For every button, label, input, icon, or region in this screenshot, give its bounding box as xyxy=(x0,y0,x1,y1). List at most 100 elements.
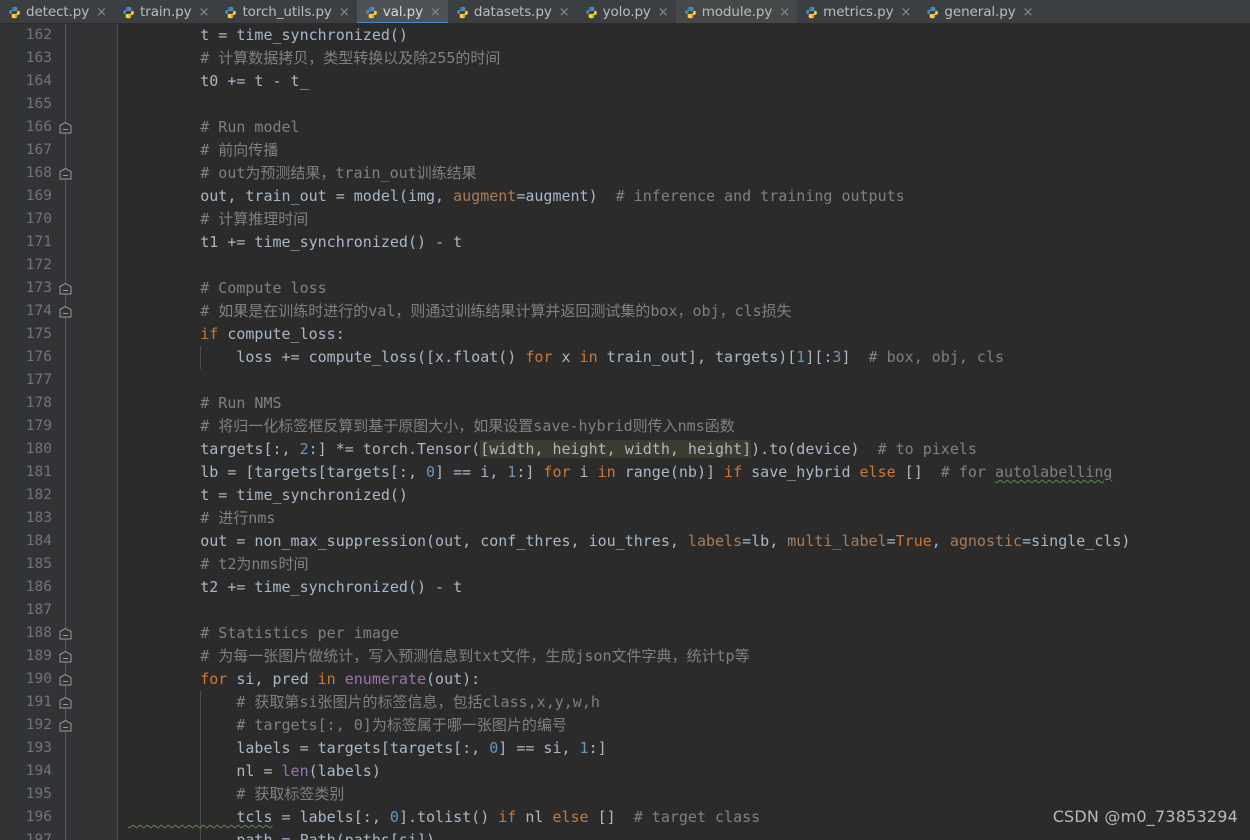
code-fold-minus-icon[interactable] xyxy=(59,651,72,663)
line-number: 171 xyxy=(25,234,52,250)
code-line[interactable]: 180 targets[:, 2:] *= torch.Tensor([widt… xyxy=(0,438,1250,461)
code-fold-minus-icon[interactable] xyxy=(59,674,72,686)
code-token: out = non_max_suppression(out, conf_thre… xyxy=(128,532,688,550)
code-line[interactable]: 192 # targets[:, 0]为标签属于哪一张图片的编号 xyxy=(0,714,1250,737)
code-line[interactable]: 195 # 获取标签类别 xyxy=(0,783,1250,806)
code-line[interactable]: 167 # 前向传播 xyxy=(0,139,1250,162)
code-token: ].tolist() xyxy=(398,808,499,826)
code-line[interactable]: 184 out = non_max_suppression(out, conf_… xyxy=(0,530,1250,553)
code-fold-minus-icon[interactable] xyxy=(59,306,72,318)
code-line[interactable]: 186 t2 += time_synchronized() - t xyxy=(0,576,1250,599)
code-line[interactable]: 176 loss += compute_loss([x.float() for … xyxy=(0,346,1250,369)
editor-tab-label: torch_utils.py xyxy=(242,4,332,20)
code-line[interactable]: 187 xyxy=(0,599,1250,622)
code-line-text: # 获取第si张图片的标签信息，包括class,x,y,w,h xyxy=(128,691,1250,714)
code-line[interactable]: 174 # 如果是在训练时进行的val，则通过训练结果计算并返回测试集的box，… xyxy=(0,300,1250,323)
code-token: =augment) xyxy=(516,187,616,205)
code-line[interactable]: 183 # 进行nms xyxy=(0,507,1250,530)
code-line-text: out = non_max_suppression(out, conf_thre… xyxy=(128,530,1250,553)
code-fold-minus-icon[interactable] xyxy=(59,168,72,180)
code-token: if xyxy=(498,808,526,826)
code-line[interactable]: 188 # Statistics per image xyxy=(0,622,1250,645)
close-icon[interactable]: × xyxy=(658,6,669,19)
code-editor[interactable]: 162 t = time_synchronized() 163 # 计算数据拷贝，… xyxy=(0,24,1250,840)
line-number: 178 xyxy=(25,395,52,411)
code-line[interactable]: 173 # Compute loss xyxy=(0,277,1250,300)
line-number: 168 xyxy=(25,165,52,181)
editor-tab-module-py[interactable]: module.py × xyxy=(675,0,798,23)
code-fold-minus-icon[interactable] xyxy=(59,697,72,709)
close-icon[interactable]: × xyxy=(96,6,107,19)
code-line[interactable]: 194 nl = len(labels) xyxy=(0,760,1250,783)
code-line[interactable]: 162 t = time_synchronized() xyxy=(0,24,1250,47)
code-token: # Run NMS xyxy=(128,394,282,412)
code-line[interactable]: 175 if compute_loss: xyxy=(0,323,1250,346)
code-line[interactable]: 179 # 将归一化标签框反算到基于原图大小，如果设置save-hybrid则传… xyxy=(0,415,1250,438)
code-token: tcls xyxy=(128,808,273,826)
code-line[interactable]: 196 tcls = labels[:, 0].tolist() if nl e… xyxy=(0,806,1250,829)
code-line[interactable]: 169 out, train_out = model(img, augment=… xyxy=(0,185,1250,208)
code-fold-minus-icon[interactable] xyxy=(59,283,72,295)
code-line[interactable]: 185 # t2为nms时间 xyxy=(0,553,1250,576)
code-token: train_out], targets)[ xyxy=(606,348,797,366)
code-token: augment xyxy=(453,187,517,205)
code-line[interactable]: 193 labels = targets[targets[:, 0] == si… xyxy=(0,737,1250,760)
editor-tab-train-py[interactable]: train.py × xyxy=(114,0,216,23)
code-token: range(nb)] xyxy=(624,463,725,481)
code-line[interactable]: 190 for si, pred in enumerate(out): xyxy=(0,668,1250,691)
code-line-text: out, train_out = model(img, augment=augm… xyxy=(128,185,1250,208)
code-token: t0 += t - t_ xyxy=(128,72,309,90)
code-line[interactable]: 197 path = Path(paths[si]) xyxy=(0,829,1250,840)
code-line[interactable]: 189 # 为每一张图片做统计，写入预测信息到txt文件，生成json文件字典，… xyxy=(0,645,1250,668)
code-line[interactable]: 181 lb = [targets[targets[:, 0] == i, 1:… xyxy=(0,461,1250,484)
close-icon[interactable]: × xyxy=(339,6,350,19)
close-icon[interactable]: × xyxy=(199,6,210,19)
code-fold-minus-icon[interactable] xyxy=(59,628,72,640)
close-icon[interactable]: × xyxy=(779,6,790,19)
line-number: 176 xyxy=(25,349,52,365)
code-token: enumerate xyxy=(344,670,427,688)
code-token: for xyxy=(543,463,580,481)
editor-tab-yolo-py[interactable]: yolo.py × xyxy=(577,0,676,23)
code-line[interactable]: 164 t0 += t - t_ xyxy=(0,70,1250,93)
close-icon[interactable]: × xyxy=(430,6,441,19)
line-number: 175 xyxy=(25,326,52,342)
code-fold-minus-icon[interactable] xyxy=(59,122,72,134)
code-token: t2 += time_synchronized() - t xyxy=(128,578,463,596)
code-line[interactable]: 178 # Run NMS xyxy=(0,392,1250,415)
editor-tab-general-py[interactable]: general.py × xyxy=(918,0,1040,23)
code-line[interactable]: 165 xyxy=(0,93,1250,116)
code-token: nl = xyxy=(128,762,282,780)
close-icon[interactable]: × xyxy=(559,6,570,19)
editor-tab-detect-py[interactable]: detect.py × xyxy=(0,0,114,23)
code-line-text: for si, pred in enumerate(out): xyxy=(128,668,1250,691)
editor-tab-metrics-py[interactable]: metrics.py × xyxy=(797,0,918,23)
code-line[interactable]: 163 # 计算数据拷贝，类型转换以及除255的时间 xyxy=(0,47,1250,70)
code-token: len xyxy=(281,762,309,780)
close-icon[interactable]: × xyxy=(1023,6,1034,19)
editor-tab-torch_utils-py[interactable]: torch_utils.py × xyxy=(216,0,356,23)
code-token: ] xyxy=(841,348,869,366)
line-number: 192 xyxy=(25,717,52,733)
code-token: 0 xyxy=(489,739,499,757)
editor-tab-bar[interactable]: detect.py × train.py × torch_utils.py × val.py… xyxy=(0,0,1250,24)
code-line[interactable]: 191 # 获取第si张图片的标签信息，包括class,x,y,w,h xyxy=(0,691,1250,714)
code-lines[interactable]: 162 t = time_synchronized() 163 # 计算数据拷贝，… xyxy=(0,24,1250,840)
code-line[interactable]: 171 t1 += time_synchronized() - t xyxy=(0,231,1250,254)
close-icon[interactable]: × xyxy=(901,6,912,19)
code-line[interactable]: 177 xyxy=(0,369,1250,392)
editor-tab-label: datasets.py xyxy=(473,4,552,20)
code-token: # 如果是在训练时进行的val，则通过训练结果计算并返回测试集的box，obj，… xyxy=(128,302,792,320)
line-number: 186 xyxy=(25,579,52,595)
code-fold-minus-icon[interactable] xyxy=(59,720,72,732)
code-token: # Statistics per image xyxy=(128,624,399,642)
editor-tab-val-py[interactable]: val.py × xyxy=(356,0,449,23)
code-token: # 前向传播 xyxy=(128,141,279,159)
code-line[interactable]: 172 xyxy=(0,254,1250,277)
code-token: else xyxy=(859,463,905,481)
editor-tab-datasets-py[interactable]: datasets.py × xyxy=(448,0,577,23)
code-line[interactable]: 168 # out为预测结果，train_out训练结果 xyxy=(0,162,1250,185)
code-line[interactable]: 182 t = time_synchronized() xyxy=(0,484,1250,507)
code-line[interactable]: 170 # 计算推理时间 xyxy=(0,208,1250,231)
code-line[interactable]: 166 # Run model xyxy=(0,116,1250,139)
